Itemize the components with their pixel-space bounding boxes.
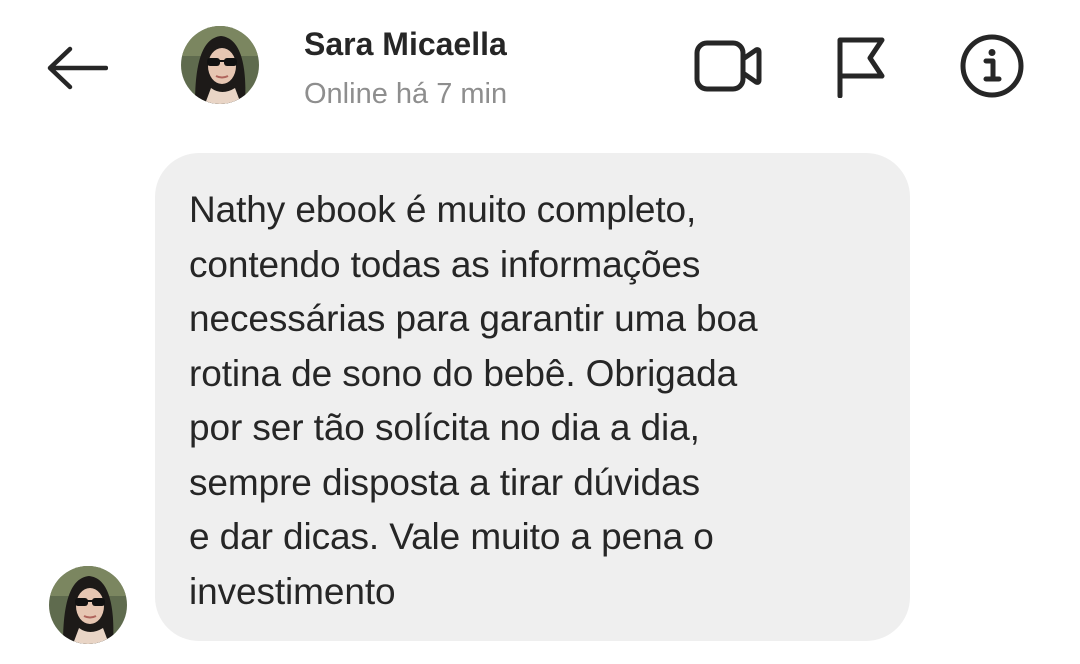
message-line: e dar dicas. Vale muito a pena o xyxy=(189,516,714,557)
message-line: necessárias para garantir uma boa xyxy=(189,298,758,339)
avatar[interactable] xyxy=(181,26,259,104)
video-camera-icon xyxy=(694,40,762,92)
profile-photo xyxy=(49,566,127,644)
message-line: sempre disposta a tirar dúvidas xyxy=(189,461,701,503)
video-call-button[interactable] xyxy=(692,34,764,98)
back-button[interactable] xyxy=(40,38,112,98)
message-line: por ser tão solícita no dia a dia, xyxy=(189,407,700,448)
flag-icon xyxy=(837,37,885,98)
message-line: Nathy ebook é muito completo, xyxy=(189,189,697,230)
info-button[interactable] xyxy=(956,34,1028,98)
message-text: Nathy ebook é muito completo, contendo t… xyxy=(189,183,876,619)
message-bubble[interactable]: Nathy ebook é muito completo, contendo t… xyxy=(155,153,910,641)
online-status: Online há 7 min xyxy=(304,78,508,110)
sender-avatar[interactable] xyxy=(49,566,127,644)
report-button[interactable] xyxy=(824,34,896,98)
back-arrow-icon xyxy=(47,46,108,90)
message-line: contendo todas as informações xyxy=(189,243,701,285)
contact-name[interactable]: Sara Micaella xyxy=(304,26,507,63)
message-line: investimento xyxy=(189,570,396,612)
profile-photo xyxy=(181,26,259,104)
message-line: rotina de sono do bebê. Obrigada xyxy=(189,352,738,394)
info-icon xyxy=(960,34,1024,98)
chat-header: Sara Micaella Online há 7 min xyxy=(0,0,1080,130)
